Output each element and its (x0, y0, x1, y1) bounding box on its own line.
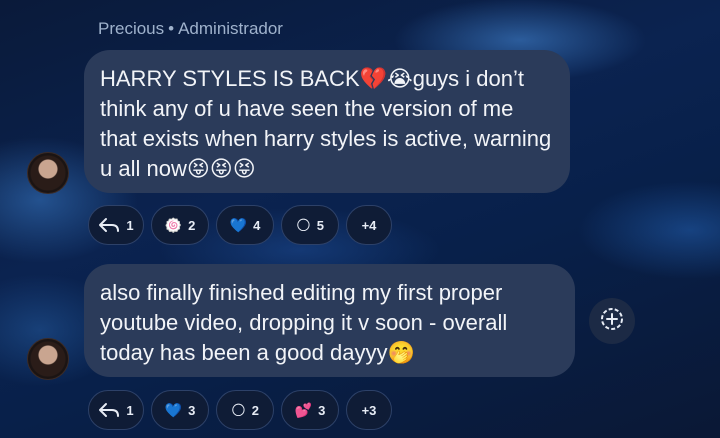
avatar[interactable] (27, 338, 69, 380)
sender-line: Precious • Administrador (98, 19, 283, 39)
message-text: HARRY STYLES IS BACK💔😭guys i don’t think… (100, 66, 552, 181)
message-bubble[interactable]: HARRY STYLES IS BACK💔😭guys i don’t think… (84, 50, 570, 193)
reaction-emoji: 🌕 (231, 401, 246, 418)
reply-count: 1 (126, 402, 134, 418)
reaction-bar: 1 💙 3 🌕 2 💕 3 +3 (88, 390, 392, 430)
reaction-count: 5 (316, 217, 324, 233)
sender-role: Administrador (178, 19, 283, 38)
reaction-emoji: 💙 (164, 401, 183, 418)
reaction-chip[interactable]: 💕 3 (281, 390, 339, 430)
message-text: also finally finished editing my first p… (100, 280, 508, 365)
reaction-count: 3 (318, 402, 326, 418)
reaction-emoji: 💕 (294, 401, 313, 418)
reaction-count: 2 (251, 402, 259, 418)
reply-arrow-icon (98, 401, 120, 419)
separator: • (168, 19, 175, 38)
add-reaction-button[interactable] (589, 298, 635, 344)
reaction-chip[interactable]: 💙 3 (151, 390, 209, 430)
reaction-emoji: 🌕 (296, 216, 311, 233)
reply-button[interactable]: 1 (88, 390, 144, 430)
reaction-count: 3 (188, 402, 196, 418)
more-reactions-count: +3 (361, 402, 377, 418)
reply-button[interactable]: 1 (88, 205, 144, 245)
more-reactions-chip[interactable]: +4 (346, 205, 392, 245)
add-reaction-icon (599, 306, 625, 337)
reply-count: 1 (126, 217, 134, 233)
reaction-bar: 1 🍥 2 💙 4 🌕 5 +4 (88, 205, 392, 245)
reaction-count: 2 (188, 217, 196, 233)
reaction-chip[interactable]: 🌕 2 (216, 390, 274, 430)
sender-name[interactable]: Precious (98, 19, 164, 38)
reaction-chip[interactable]: 🍥 2 (151, 205, 209, 245)
reply-arrow-icon (98, 216, 120, 234)
reaction-count: 4 (253, 217, 261, 233)
reaction-emoji: 💙 (229, 216, 248, 233)
reaction-chip[interactable]: 🌕 5 (281, 205, 339, 245)
more-reactions-count: +4 (361, 217, 377, 233)
reaction-emoji: 🍥 (164, 216, 183, 233)
message-bubble[interactable]: also finally finished editing my first p… (84, 264, 575, 377)
avatar[interactable] (27, 152, 69, 194)
reaction-chip[interactable]: 💙 4 (216, 205, 274, 245)
more-reactions-chip[interactable]: +3 (346, 390, 392, 430)
